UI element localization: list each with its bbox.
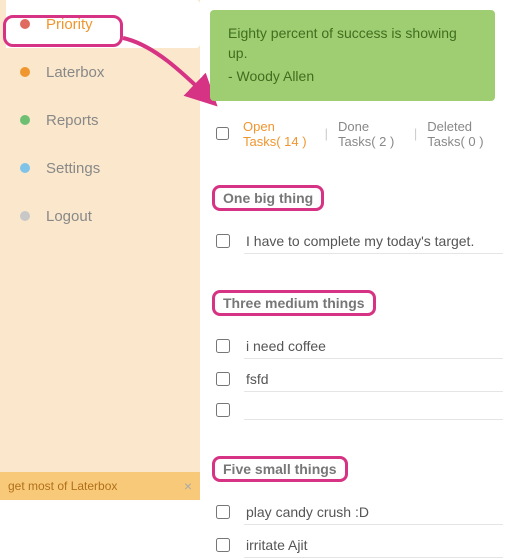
separator: | (321, 126, 332, 141)
sidebar-item-priority[interactable]: Priority (6, 0, 200, 48)
task-row (216, 400, 503, 420)
sidebar-item-logout[interactable]: Logout (0, 192, 200, 240)
filter-open[interactable]: Open Tasks( 14 ) (243, 119, 315, 149)
task-row: irritate Ajit (216, 533, 503, 558)
section-heading-small: Five small things (212, 456, 348, 482)
task-text[interactable]: play candy crush :D (244, 500, 503, 525)
separator: | (410, 126, 421, 141)
task-text[interactable]: fsfd (244, 367, 503, 392)
section-heading-medium: Three medium things (212, 290, 376, 316)
task-checkbox[interactable] (216, 538, 230, 552)
sidebar-item-settings[interactable]: Settings (0, 144, 200, 192)
section-title: Three medium things (223, 295, 365, 311)
section-heading-big: One big thing (212, 185, 324, 211)
dot-icon (20, 211, 30, 221)
select-all-checkbox[interactable] (216, 127, 229, 140)
task-checkbox[interactable] (216, 505, 230, 519)
task-checkbox[interactable] (216, 372, 230, 386)
task-filters: Open Tasks( 14 ) | Done Tasks( 2 ) | Del… (216, 119, 503, 149)
quote-banner: Eighty percent of success is showing up.… (210, 10, 495, 101)
dot-icon (20, 163, 30, 173)
sidebar-item-label: Logout (46, 208, 92, 225)
filter-done[interactable]: Done Tasks( 2 ) (338, 119, 404, 149)
task-text[interactable]: i need coffee (244, 334, 503, 359)
task-checkbox[interactable] (216, 403, 230, 417)
footer-text: get most of Laterbox (8, 479, 117, 493)
quote-text: Eighty percent of success is showing up. (228, 25, 457, 61)
sidebar-item-label: Priority (46, 16, 93, 33)
section-title: Five small things (223, 461, 337, 477)
sidebar-item-label: Settings (46, 160, 100, 177)
dot-icon (20, 67, 30, 77)
filter-deleted[interactable]: Deleted Tasks( 0 ) (427, 119, 503, 149)
task-row: i need coffee (216, 334, 503, 359)
main-content: Eighty percent of success is showing up.… (210, 0, 513, 500)
dot-icon (20, 115, 30, 125)
task-checkbox[interactable] (216, 234, 230, 248)
task-text[interactable]: irritate Ajit (244, 533, 503, 558)
sidebar-item-label: Laterbox (46, 64, 104, 81)
dot-icon (20, 19, 30, 29)
sidebar: Priority Laterbox Reports Settings Logou… (0, 0, 200, 500)
close-icon[interactable]: × (184, 478, 192, 494)
section-title: One big thing (223, 190, 313, 206)
sidebar-item-reports[interactable]: Reports (0, 96, 200, 144)
task-row: fsfd (216, 367, 503, 392)
task-checkbox[interactable] (216, 339, 230, 353)
task-text[interactable]: I have to complete my today's target. (244, 229, 503, 254)
quote-author: - Woody Allen (228, 67, 477, 87)
sidebar-item-label: Reports (46, 112, 99, 129)
sidebar-item-laterbox[interactable]: Laterbox (0, 48, 200, 96)
task-text[interactable] (244, 400, 503, 420)
sidebar-footer[interactable]: get most of Laterbox × (0, 472, 200, 500)
task-row: play candy crush :D (216, 500, 503, 525)
task-row: I have to complete my today's target. (216, 229, 503, 254)
